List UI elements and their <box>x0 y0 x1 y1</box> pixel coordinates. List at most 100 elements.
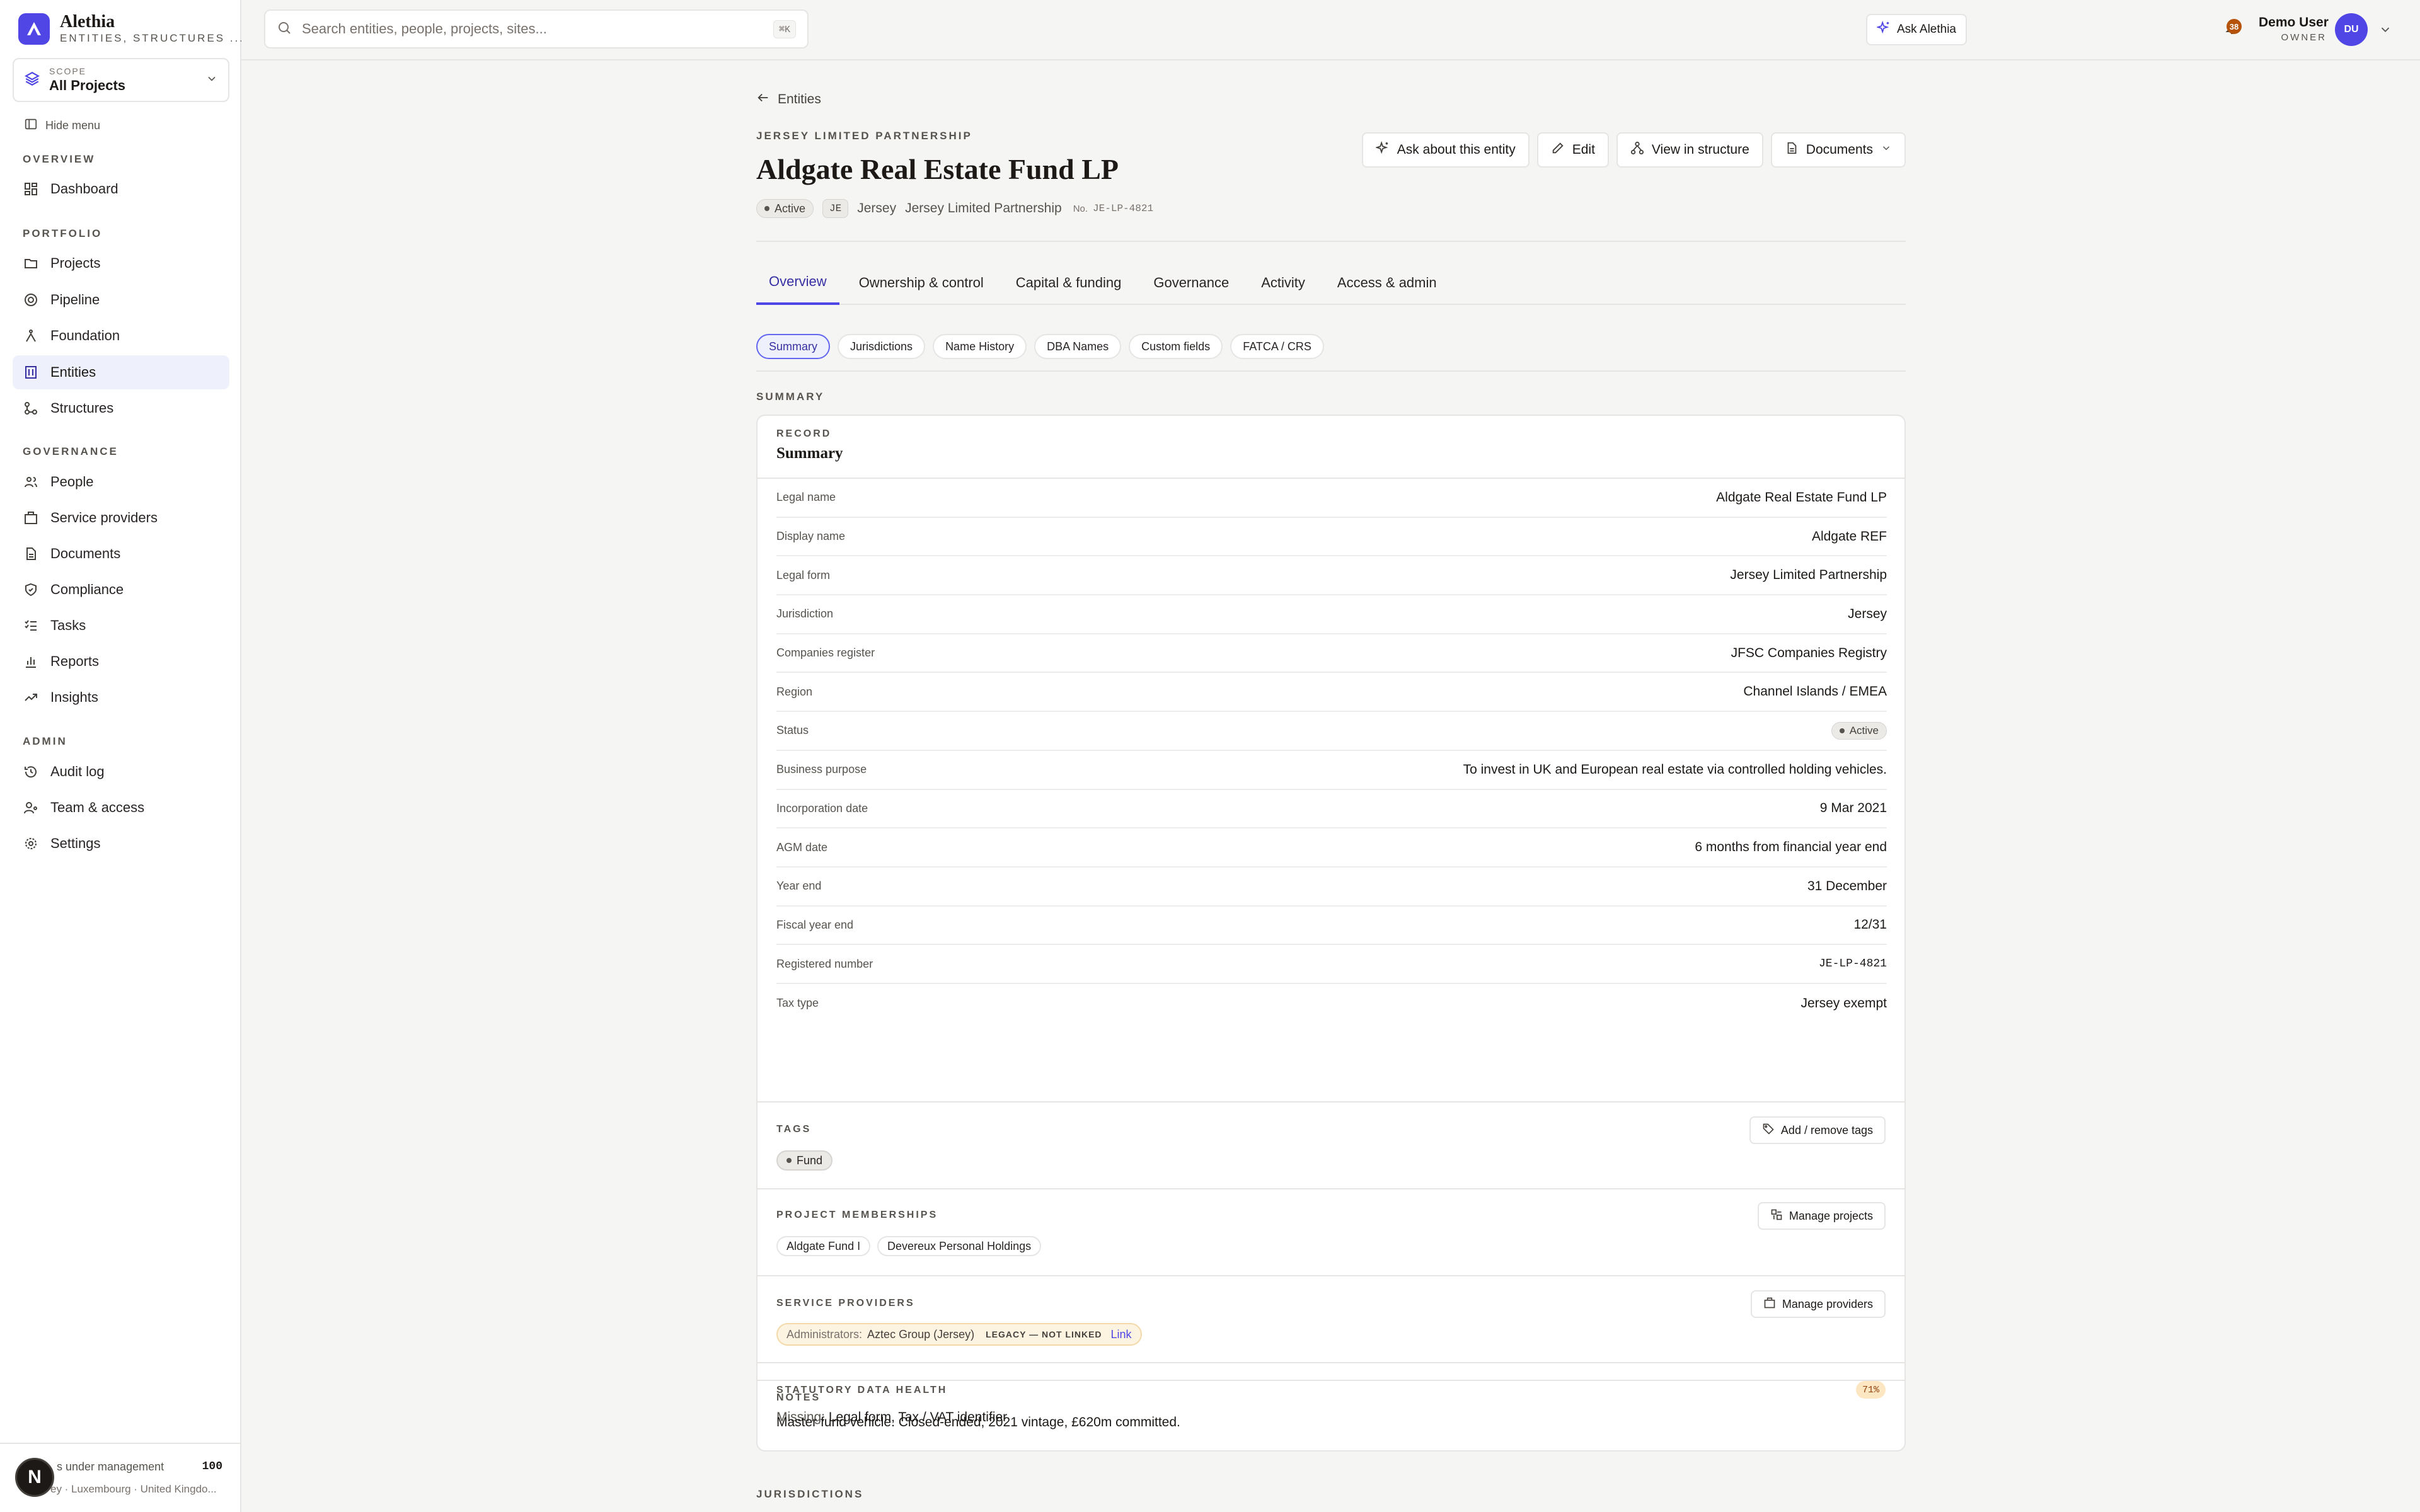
sidebar-item-compliance[interactable]: Compliance <box>13 573 229 607</box>
sidebar-item-documents[interactable]: Documents <box>13 537 229 571</box>
sidebar-item-label: People <box>50 474 94 490</box>
sidebar-item-label: Settings <box>50 835 101 851</box>
field-row: Legal name Aldgate Real Estate Fund LP <box>776 479 1887 518</box>
field-value: 6 months from financial year end <box>1695 840 1887 855</box>
add-remove-tags-label: Add / remove tags <box>1780 1123 1873 1137</box>
pencil-icon <box>1551 141 1565 159</box>
ask-alethia-button[interactable]: Ask Alethia <box>1866 14 1967 45</box>
field-key: Region <box>776 685 813 698</box>
tag-chip[interactable]: Fund <box>776 1150 833 1171</box>
sidebar-item-audit-log[interactable]: Audit log <box>13 755 229 789</box>
section-admin: ADMIN <box>23 735 67 747</box>
sidebar-item-label: Entities <box>50 364 96 380</box>
scope-value: All Projects <box>49 77 126 93</box>
checklist-icon <box>23 617 39 634</box>
sidebar-item-people[interactable]: People <box>13 465 229 499</box>
section-governance: GOVERNANCE <box>23 445 118 457</box>
search-input[interactable]: Search entities, people, projects, sites… <box>264 9 809 49</box>
notes-label: NOTES <box>776 1392 821 1403</box>
status-text: Active <box>775 202 806 215</box>
field-key: Business purpose <box>776 763 867 776</box>
tab-overview[interactable]: Overview <box>756 261 839 305</box>
user-key-icon <box>23 799 39 816</box>
hide-menu-button[interactable]: Hide menu <box>24 117 100 134</box>
n-launcher-button[interactable]: N <box>15 1458 54 1497</box>
field-row: AGM date 6 months from financial year end <box>776 828 1887 868</box>
project-chip[interactable]: Aldgate Fund I <box>776 1236 871 1256</box>
jurisdictions-section-label: JURISDICTIONS <box>756 1488 864 1500</box>
manage-providers-label: Manage providers <box>1782 1297 1873 1310</box>
chevron-down-icon[interactable] <box>2378 23 2392 40</box>
sidebar-item-insights[interactable]: Insights <box>13 680 229 714</box>
view-in-structure-button[interactable]: View in structure <box>1616 132 1763 168</box>
subtab-custom-fields[interactable]: Custom fields <box>1129 334 1223 359</box>
sidebar-item-projects[interactable]: Projects <box>13 246 229 280</box>
field-row: Jurisdiction Jersey <box>776 595 1887 634</box>
scope-selector[interactable]: SCOPE All Projects <box>13 58 229 102</box>
sidebar-item-label: Structures <box>50 400 114 416</box>
sidebar-item-reports[interactable]: Reports <box>13 644 229 679</box>
manage-providers-button[interactable]: Manage providers <box>1750 1290 1886 1318</box>
field-key: Tax type <box>776 997 819 1010</box>
office-building-icon <box>1763 1297 1776 1312</box>
aum-label: s under management <box>57 1460 164 1473</box>
ask-about-entity-button[interactable]: Ask about this entity <box>1361 132 1530 168</box>
brand[interactable]: Alethia ENTITIES, STRUCTURES ... <box>18 13 245 45</box>
tag-label: Fund <box>797 1154 823 1167</box>
status-badge: Active <box>1831 721 1887 740</box>
avatar[interactable]: DU <box>2335 13 2368 46</box>
field-row: Business purpose To invest in UK and Euro… <box>776 751 1887 790</box>
sidebar-item-foundation[interactable]: Foundation <box>13 319 229 353</box>
person-stand-icon <box>23 328 39 344</box>
tags-label: TAGS <box>776 1124 812 1135</box>
project-chip[interactable]: Devereux Personal Holdings <box>877 1236 1042 1256</box>
tab-activity[interactable]: Activity <box>1248 261 1318 305</box>
edit-button[interactable]: Edit <box>1536 132 1609 168</box>
tab-ownership-control[interactable]: Ownership & control <box>846 261 996 305</box>
field-value: 9 Mar 2021 <box>1819 801 1887 816</box>
subtab-summary[interactable]: Summary <box>756 334 831 359</box>
sidebar-item-service-providers[interactable]: Service providers <box>13 501 229 535</box>
manage-projects-button[interactable]: Manage projects <box>1757 1202 1886 1230</box>
entity-tabs: Overview Ownership & control Capital & f… <box>756 261 1906 305</box>
field-key: Status <box>776 724 809 737</box>
field-value: To invest in UK and European real estate… <box>1463 762 1887 777</box>
document-icon <box>1785 141 1799 159</box>
network-icon <box>1630 141 1644 159</box>
record-title: Summary <box>776 445 843 462</box>
sidebar-item-entities[interactable]: Entities <box>13 355 229 389</box>
subtab-name-history[interactable]: Name History <box>933 334 1027 359</box>
tab-governance[interactable]: Governance <box>1141 261 1242 305</box>
tab-capital-funding[interactable]: Capital & funding <box>1003 261 1134 305</box>
subtab-fatca-crs[interactable]: FATCA / CRS <box>1230 334 1324 359</box>
field-value: JFSC Companies Registry <box>1731 645 1887 660</box>
sidebar-item-structures[interactable]: Structures <box>13 391 229 425</box>
sidebar-item-pipeline[interactable]: Pipeline <box>13 283 229 317</box>
user-menu[interactable]: Demo User OWNER <box>2259 14 2329 44</box>
back-to-entities-link[interactable]: Entities <box>756 91 821 108</box>
tag-icon <box>1762 1123 1775 1138</box>
field-row: Legal form Jersey Limited Partnership <box>776 556 1887 596</box>
documents-dropdown-button[interactable]: Documents <box>1770 132 1906 168</box>
sidebar-item-label: Tasks <box>50 617 86 633</box>
subtab-jurisdictions[interactable]: Jurisdictions <box>838 334 926 359</box>
entity-actions: Ask about this entity Edit View in struc… <box>1354 132 1906 168</box>
tab-access-admin[interactable]: Access & admin <box>1325 261 1449 305</box>
office-building-icon <box>23 510 39 526</box>
entity-meta: Active JE Jersey Jersey Limited Partners… <box>756 199 1153 218</box>
sidebar-item-team-access[interactable]: Team & access <box>13 791 229 825</box>
add-remove-tags-button[interactable]: Add / remove tags <box>1749 1116 1886 1144</box>
field-value: Aldgate Real Estate Fund LP <box>1716 490 1887 505</box>
overview-subtabs: Summary Jurisdictions Name History DBA N… <box>756 334 1906 372</box>
subtab-dba-names[interactable]: DBA Names <box>1034 334 1122 359</box>
edit-label: Edit <box>1572 142 1595 157</box>
sidebar-item-tasks[interactable]: Tasks <box>13 609 229 643</box>
provider-link-button[interactable]: Link <box>1111 1328 1132 1341</box>
manage-projects-label: Manage projects <box>1789 1209 1873 1222</box>
dashboard-icon <box>23 181 39 197</box>
sidebar-item-dashboard[interactable]: Dashboard <box>13 172 229 206</box>
search-icon <box>277 20 292 38</box>
document-icon <box>23 546 39 562</box>
sidebar-item-settings[interactable]: Settings <box>13 827 229 861</box>
trending-up-icon <box>23 689 39 706</box>
